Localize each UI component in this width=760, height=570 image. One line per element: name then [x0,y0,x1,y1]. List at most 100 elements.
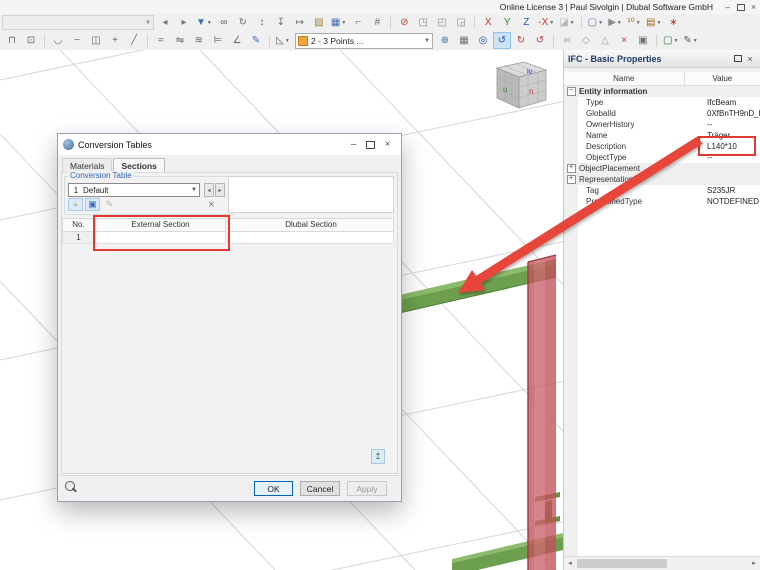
property-row-objecttype[interactable]: ObjectType -- [564,152,760,163]
view-x-icon[interactable]: X [479,14,497,31]
property-row-representation[interactable]: + Representation [564,174,760,185]
solid-icon[interactable]: ◫ [87,32,105,49]
nav-back-button[interactable]: ◂ [156,14,174,31]
new-table-icon[interactable]: + [68,198,83,211]
dialog-title-bar[interactable]: Conversion Tables – × [58,134,401,155]
display-options-icon[interactable]: ▢ ▼ [661,32,680,49]
frame-icon[interactable]: ⊓ [3,32,21,49]
rhombus-icon[interactable]: ◇ [577,32,595,49]
view-iso-icon[interactable]: ◳ [414,14,432,31]
dimension-icon[interactable]: ¹⁰ ▼ [625,14,643,31]
align-icon[interactable]: ↦ [291,14,309,31]
cancel-button[interactable]: Cancel [300,481,340,496]
plus-expander-icon[interactable]: + [564,164,578,173]
previous-table-button[interactable]: ◂ [204,183,214,197]
property-row-objectplacement[interactable]: + ObjectPlacement [564,163,760,174]
view-z-icon[interactable]: Z [517,14,535,31]
view-cube[interactable]: w u n [495,61,548,109]
measure-icon[interactable]: # [368,14,386,31]
line-icon[interactable]: ╱ [125,32,143,49]
mesh-icon: ∗ [669,16,678,28]
table-grid-icon[interactable]: ▦ [455,32,473,49]
rotate-z-icon[interactable]: ↺ [531,32,549,49]
ok-button[interactable]: OK [254,481,293,496]
export-table-icon[interactable]: ↥ [371,449,385,464]
camera-icon[interactable]: ▣ [634,32,652,49]
rotate-x-icon[interactable]: ↻ [512,32,530,49]
layers-icon[interactable]: ▢ ▼ [586,14,605,31]
property-row-type[interactable]: Type IfcBeam [564,97,760,108]
dlubal-section-cell[interactable] [228,232,394,244]
rename-table-icon[interactable]: ✎ [102,198,117,211]
minimize-icon[interactable]: – [721,1,734,13]
property-row-predefinedtype[interactable]: PredefinedType NOTDEFINED [564,196,760,207]
apply-button[interactable]: Apply [347,481,387,496]
mesh-icon[interactable]: ∗ [664,14,682,31]
property-row-ownerhistory[interactable]: OwnerHistory -- [564,119,760,130]
close-panel-icon[interactable]: × [744,53,756,65]
conversion-table-combo[interactable]: 1 Default ▼ [68,183,200,197]
view-front-icon[interactable]: ◰ [433,14,451,31]
shift-icon[interactable]: ⇋ [171,32,189,49]
property-row-description[interactable]: Description L140*10 [564,141,760,152]
rotate-node-icon[interactable]: ↻ [234,14,252,31]
select-special-icon[interactable]: ⊕ [436,32,454,49]
plus-expander-icon[interactable]: + [564,175,578,184]
support-icon[interactable]: ↕ [253,14,271,31]
selection-mode-combo[interactable]: 2 - 3 Points ... ▼ [295,32,433,49]
copy-table-icon[interactable]: ▣ [85,198,100,211]
spline-icon[interactable]: ~ [68,32,86,49]
scroll-left-icon[interactable]: ◂ [564,557,576,569]
measure-icon: # [374,16,381,28]
external-section-cell[interactable] [95,232,226,244]
view-corner-icon[interactable]: ◲ [452,14,470,31]
view-selector-combo[interactable]: ▼ [2,15,154,30]
wand-icon[interactable]: ✎ [247,32,265,49]
restore-icon[interactable] [734,1,747,13]
angle-icon[interactable]: ∠ [228,32,246,49]
pipe-icon[interactable]: ⌐ [349,14,367,31]
window-icon[interactable]: ⊡ [22,32,40,49]
property-row-name[interactable]: Name Träger [564,130,760,141]
mirror-icon[interactable]: ≈ [152,32,170,49]
cone-icon[interactable]: △ [596,32,614,49]
snap-center-icon[interactable]: ◎ [474,32,492,49]
binoculars-icon[interactable]: ∞ [215,14,233,31]
offset-icon[interactable]: ≋ [190,32,208,49]
dialog-minimize-icon[interactable]: – [345,137,362,152]
property-row-entity-information[interactable]: − Entity information [564,86,760,97]
pointer-icon[interactable]: ▶ ▼ [606,14,624,31]
insert-node-icon[interactable]: ↧ [272,14,290,31]
chain-icon[interactable]: ∞ [558,32,576,49]
work-plane-icon[interactable]: ◪ ▼ [557,14,576,31]
nav-forward-button[interactable]: ▸ [175,14,193,31]
minus-expander-icon[interactable]: − [564,87,578,96]
dialog-close-icon[interactable]: × [379,137,396,152]
red-column[interactable] [527,254,557,570]
table-view-icon[interactable]: ▦ ▼ [329,14,348,31]
divide-icon[interactable]: ⊨ [209,32,227,49]
work-plane-select-icon[interactable]: ◺ ▼ [274,32,292,49]
pen-options-icon[interactable]: ✎ ▼ [681,32,699,49]
node-icon[interactable]: + [106,32,124,49]
panel-horizontal-scrollbar[interactable]: ◂ ▸ [564,556,760,570]
surface-icon[interactable]: ▤ ▼ [644,14,663,31]
view-minus-x-icon[interactable]: -X ▼ [536,14,556,31]
close-icon[interactable]: × [747,1,760,13]
view-y-icon[interactable]: Y [498,14,516,31]
rotate-view-icon[interactable]: ↺ [493,32,511,49]
scrollbar-thumb[interactable] [577,559,667,568]
float-panel-icon[interactable] [732,53,744,65]
next-table-button[interactable]: ▸ [215,183,225,197]
property-row-globalid[interactable]: GlobalId 0XfBnTH9nD_R [564,108,760,119]
delete-table-icon[interactable]: × [204,198,219,211]
arc-icon[interactable]: ◡ [49,32,67,49]
property-row-tag[interactable]: Tag S235JR [564,185,760,196]
cancel-icon[interactable]: × [615,32,633,49]
visibility-filter-icon[interactable]: ▼ ▼ [194,14,214,31]
dialog-maximize-icon[interactable] [362,137,379,152]
zoom-cancel-icon[interactable]: ⊘ [395,14,413,31]
dialog-separator [58,475,401,476]
scroll-right-icon[interactable]: ▸ [748,557,760,569]
solid-box-icon[interactable]: ▧ [310,14,328,31]
